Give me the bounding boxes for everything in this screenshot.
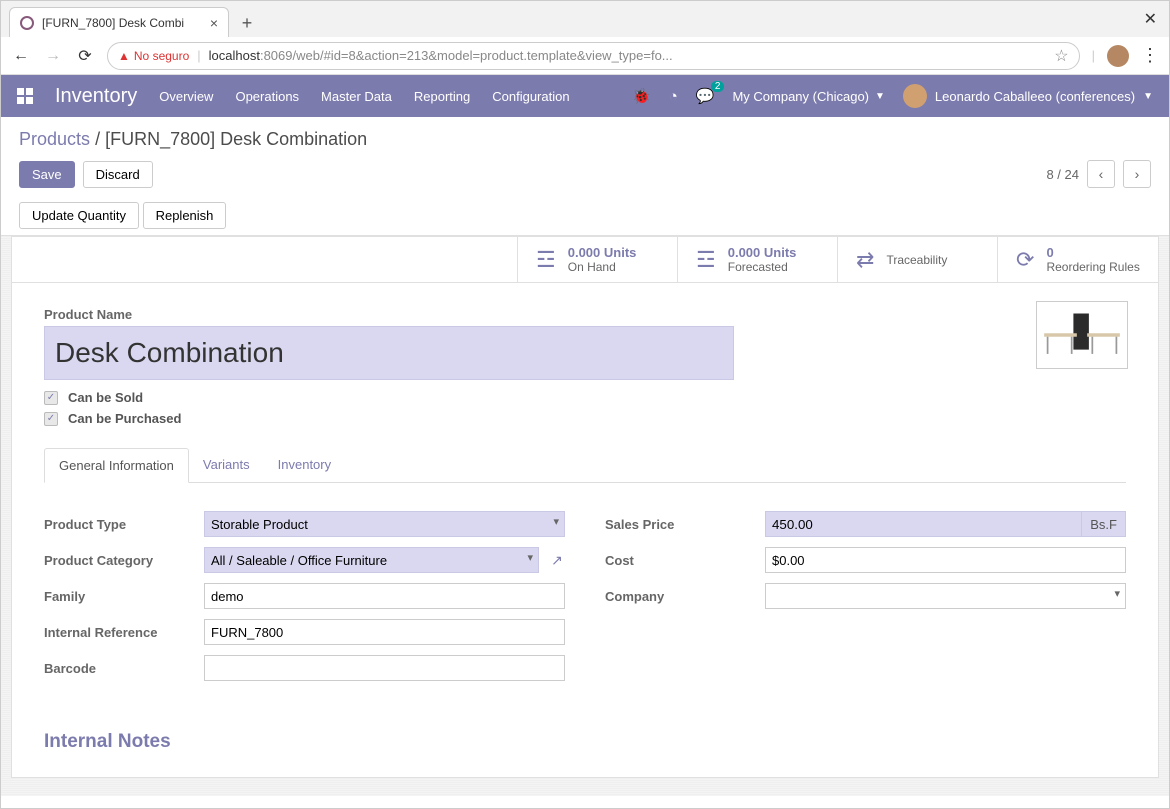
replenish-button[interactable]: Replenish [143, 202, 227, 229]
activity-icon[interactable]: ◔ [669, 88, 678, 105]
insecure-label: No seguro [134, 49, 189, 63]
family-label: Family [44, 589, 194, 604]
back-button[interactable]: ← [11, 47, 31, 65]
company-select[interactable] [765, 583, 1126, 609]
forward-button[interactable]: → [43, 47, 63, 65]
product-type-select[interactable] [204, 511, 565, 537]
company-label: Company [605, 589, 755, 604]
product-category-select[interactable] [204, 547, 539, 573]
sales-price-label: Sales Price [605, 517, 755, 532]
cost-label: Cost [605, 553, 755, 568]
stat-button-bar: ☲ 0.000 UnitsOn Hand ☲ 0.000 UnitsForeca… [12, 237, 1158, 283]
form-body: Product Name ✓ Can be Sold ✓ Can be Purc… [12, 283, 1158, 777]
discard-button[interactable]: Discard [83, 161, 153, 188]
debug-icon[interactable]: 🐞 [632, 87, 651, 105]
family-input[interactable] [204, 583, 565, 609]
messages-icon[interactable]: 💬2 [696, 87, 715, 105]
boxes-icon: ☲ [536, 247, 556, 273]
form-background: ☲ 0.000 UnitsOn Hand ☲ 0.000 UnitsForeca… [1, 236, 1169, 796]
stat-reordering[interactable]: ⟳ 0Reordering Rules [998, 237, 1158, 282]
product-type-label: Product Type [44, 517, 194, 532]
cost-input[interactable] [765, 547, 1126, 573]
app-title[interactable]: Inventory [55, 85, 137, 108]
address-bar[interactable]: ▲ No seguro | localhost:8069/web/#id=8&a… [107, 42, 1080, 70]
sales-price-currency: Bs.F [1081, 511, 1126, 537]
favicon-icon [20, 16, 34, 30]
app-navbar: Inventory Overview Operations Master Dat… [1, 75, 1169, 117]
product-category-label: Product Category [44, 553, 194, 568]
barcode-label: Barcode [44, 661, 194, 676]
nav-configuration[interactable]: Configuration [492, 89, 569, 104]
sales-price-input[interactable] [765, 511, 1081, 537]
browser-toolbar: ← → ⟳ ▲ No seguro | localhost:8069/web/#… [1, 37, 1169, 75]
barcode-input[interactable] [204, 655, 565, 681]
nav-overview[interactable]: Overview [159, 89, 213, 104]
company-selector[interactable]: My Company (Chicago)▼ [732, 89, 884, 104]
refresh-icon: ⟳ [1016, 247, 1034, 273]
browser-tab-bar: [FURN_7800] Desk Combi × + ✕ [1, 1, 1169, 37]
pager-prev-button[interactable]: ‹ [1087, 160, 1115, 188]
breadcrumb-current: [FURN_7800] Desk Combination [105, 129, 367, 149]
nav-operations[interactable]: Operations [235, 89, 299, 104]
insecure-icon: ▲ No seguro [118, 49, 189, 63]
user-name: Leonardo Caballeeo (conferences) [935, 89, 1135, 104]
browser-tab[interactable]: [FURN_7800] Desk Combi × [9, 7, 229, 37]
user-menu[interactable]: Leonardo Caballeeo (conferences) ▼ [903, 84, 1153, 108]
stat-on-hand[interactable]: ☲ 0.000 UnitsOn Hand [518, 237, 678, 282]
user-avatar-icon [903, 84, 927, 108]
save-button[interactable]: Save [19, 161, 75, 188]
can-be-purchased-label: Can be Purchased [68, 411, 181, 426]
tab-title: [FURN_7800] Desk Combi [42, 16, 184, 30]
internal-reference-label: Internal Reference [44, 625, 194, 640]
internal-reference-input[interactable] [204, 619, 565, 645]
breadcrumb: Products / [FURN_7800] Desk Combination [19, 129, 1151, 150]
browser-menu-icon[interactable]: ⋮ [1141, 45, 1159, 66]
url-text: localhost:8069/web/#id=8&action=213&mode… [209, 48, 1047, 63]
pager-next-button[interactable]: › [1123, 160, 1151, 188]
pager-text[interactable]: 8 / 24 [1046, 167, 1079, 182]
product-name-input[interactable] [44, 326, 734, 380]
messages-badge: 2 [711, 81, 725, 92]
new-tab-button[interactable]: + [233, 9, 261, 37]
stat-forecasted[interactable]: ☲ 0.000 UnitsForecasted [678, 237, 838, 282]
nav-master-data[interactable]: Master Data [321, 89, 392, 104]
boxes-icon: ☲ [696, 247, 716, 273]
breadcrumb-root[interactable]: Products [19, 129, 90, 149]
form-tabs: General Information Variants Inventory [44, 448, 1126, 483]
bookmark-icon[interactable]: ☆ [1054, 46, 1068, 66]
product-name-label: Product Name [44, 307, 1126, 322]
tab-variants[interactable]: Variants [189, 448, 264, 482]
tab-general-information[interactable]: General Information [44, 448, 189, 483]
stat-traceability[interactable]: ⇄ Traceability [838, 237, 998, 282]
form-sheet: ☲ 0.000 UnitsOn Hand ☲ 0.000 UnitsForeca… [11, 236, 1159, 778]
external-link-icon[interactable]: ↗ [549, 552, 565, 569]
can-be-sold-label: Can be Sold [68, 390, 143, 405]
update-quantity-button[interactable]: Update Quantity [19, 202, 139, 229]
button-box-row: Update Quantity Replenish [1, 196, 1169, 236]
control-panel: Products / [FURN_7800] Desk Combination … [1, 117, 1169, 196]
profile-avatar-icon[interactable] [1107, 45, 1129, 67]
close-window-icon[interactable]: ✕ [1144, 9, 1157, 29]
product-image[interactable] [1036, 301, 1128, 369]
internal-notes-heading: Internal Notes [44, 731, 1126, 753]
can-be-sold-checkbox[interactable]: ✓ [44, 391, 58, 405]
exchange-icon: ⇄ [856, 247, 874, 273]
tab-inventory[interactable]: Inventory [264, 448, 345, 482]
apps-icon[interactable] [17, 88, 33, 104]
nav-reporting[interactable]: Reporting [414, 89, 470, 104]
close-tab-icon[interactable]: × [210, 15, 218, 31]
reload-button[interactable]: ⟳ [75, 46, 95, 66]
can-be-purchased-checkbox[interactable]: ✓ [44, 412, 58, 426]
